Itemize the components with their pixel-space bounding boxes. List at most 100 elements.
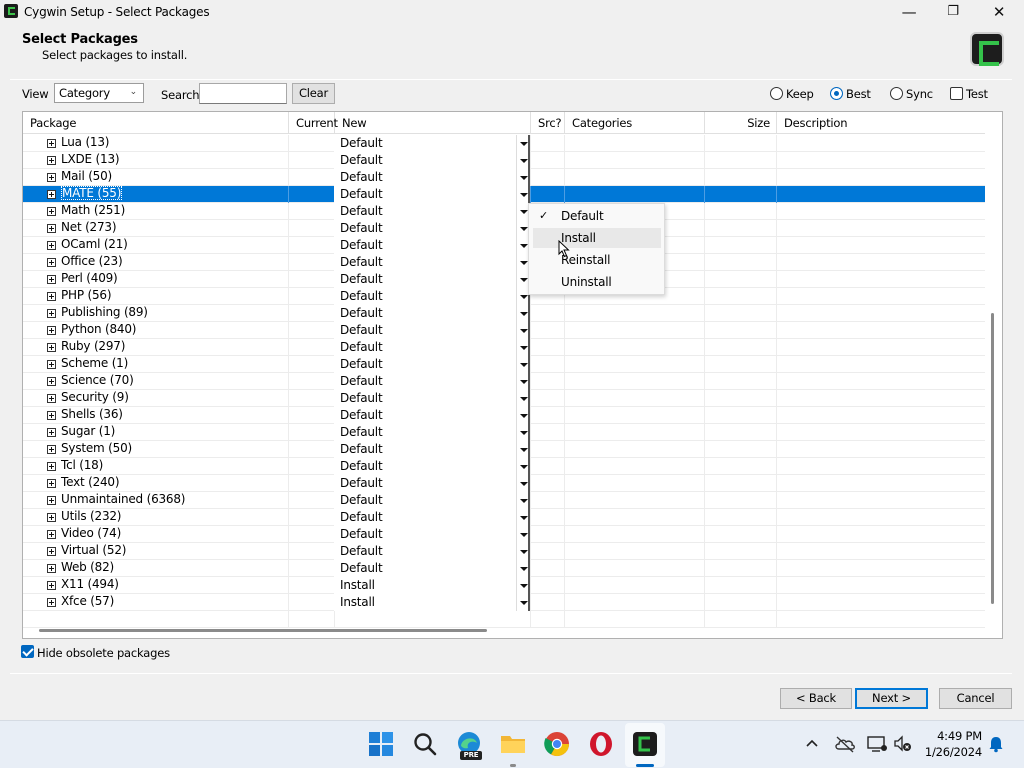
new-action-dropdown[interactable]: Default: [334, 135, 530, 152]
file-explorer-icon[interactable]: [500, 731, 526, 757]
chevron-up-icon[interactable]: [803, 735, 821, 753]
expand-plus-icon[interactable]: [47, 360, 56, 369]
table-row[interactable]: MATE (55) Default: [23, 186, 985, 203]
expand-plus-icon[interactable]: [47, 275, 56, 284]
table-row[interactable]: Python (840) Default: [23, 322, 985, 339]
expand-plus-icon[interactable]: [47, 530, 56, 539]
expand-plus-icon[interactable]: [47, 207, 56, 216]
expand-plus-icon[interactable]: [47, 139, 56, 148]
table-row[interactable]: Utils (232) Default: [23, 509, 985, 526]
new-action-dropdown[interactable]: Default: [334, 492, 530, 509]
back-button[interactable]: < Back: [780, 688, 852, 709]
expand-plus-icon[interactable]: [47, 581, 56, 590]
expand-plus-icon[interactable]: [47, 513, 56, 522]
expand-plus-icon[interactable]: [47, 479, 56, 488]
maximize-button[interactable]: ❐: [930, 0, 976, 24]
menu-item-default[interactable]: ✓ Default: [533, 206, 661, 226]
test-checkbox[interactable]: [950, 87, 963, 100]
table-row[interactable]: Math (251) Default: [23, 203, 985, 220]
column-header-current[interactable]: Current: [289, 112, 338, 134]
search-input[interactable]: [199, 83, 287, 104]
new-action-dropdown[interactable]: Default: [334, 169, 530, 186]
new-action-dropdown[interactable]: Default: [334, 322, 530, 339]
table-row[interactable]: OCaml (21) Default: [23, 237, 985, 254]
sync-radio[interactable]: [890, 87, 903, 100]
table-row[interactable]: Publishing (89) Default: [23, 305, 985, 322]
table-row[interactable]: Video (74) Default: [23, 526, 985, 543]
table-row[interactable]: Sugar (1) Default: [23, 424, 985, 441]
new-action-dropdown[interactable]: Default: [334, 424, 530, 441]
table-row[interactable]: Security (9) Default: [23, 390, 985, 407]
new-action-dropdown[interactable]: Default: [334, 407, 530, 424]
table-row[interactable]: Virtual (52) Default: [23, 543, 985, 560]
expand-plus-icon[interactable]: [47, 547, 56, 556]
new-action-dropdown[interactable]: Default: [334, 254, 530, 271]
expand-plus-icon[interactable]: [47, 241, 56, 250]
new-action-dropdown[interactable]: Default: [334, 526, 530, 543]
best-radio[interactable]: [830, 87, 843, 100]
table-row[interactable]: Ruby (297) Default: [23, 339, 985, 356]
column-header-new[interactable]: New: [335, 112, 531, 134]
new-action-dropdown[interactable]: Default: [334, 339, 530, 356]
table-row[interactable]: Shells (36) Default: [23, 407, 985, 424]
new-action-dropdown[interactable]: Default: [334, 288, 530, 305]
table-row[interactable]: Science (70) Default: [23, 373, 985, 390]
expand-plus-icon[interactable]: [47, 462, 56, 471]
expand-plus-icon[interactable]: [47, 445, 56, 454]
table-row[interactable]: PHP (56) Default: [23, 288, 985, 305]
new-action-dropdown[interactable]: Default: [334, 543, 530, 560]
expand-plus-icon[interactable]: [47, 496, 56, 505]
horizontal-scrollbar[interactable]: [39, 629, 487, 632]
table-row[interactable]: Lua (13) Default: [23, 135, 985, 152]
close-button[interactable]: ✕: [976, 0, 1022, 24]
package-grid[interactable]: Package Current New Src? Categories Size…: [22, 111, 1003, 639]
table-row[interactable]: LXDE (13) Default: [23, 152, 985, 169]
new-action-dropdown[interactable]: Default: [334, 458, 530, 475]
table-row[interactable]: Xfce (57) Install: [23, 594, 985, 611]
expand-plus-icon[interactable]: [47, 224, 56, 233]
new-action-dropdown[interactable]: Default: [334, 220, 530, 237]
expand-plus-icon[interactable]: [47, 564, 56, 573]
search-icon[interactable]: [412, 731, 438, 757]
expand-plus-icon[interactable]: [47, 326, 56, 335]
table-row[interactable]: Office (23) Default: [23, 254, 985, 271]
volume-muted-icon[interactable]: [892, 734, 914, 754]
expand-plus-icon[interactable]: [47, 394, 56, 403]
view-select[interactable]: Category ⌄: [54, 83, 144, 103]
new-action-dropdown[interactable]: Default: [334, 186, 530, 203]
new-action-dropdown[interactable]: Install: [334, 594, 530, 611]
new-action-dropdown[interactable]: Default: [334, 237, 530, 254]
new-action-dropdown[interactable]: Default: [334, 305, 530, 322]
new-action-dropdown[interactable]: Default: [334, 203, 530, 220]
expand-plus-icon[interactable]: [47, 598, 56, 607]
table-row[interactable]: Tcl (18) Default: [23, 458, 985, 475]
expand-plus-icon[interactable]: [47, 258, 56, 267]
table-row[interactable]: Unmaintained (6368) Default: [23, 492, 985, 509]
clock-date[interactable]: 1/26/2024: [916, 745, 982, 759]
expand-plus-icon[interactable]: [47, 156, 56, 165]
expand-plus-icon[interactable]: [47, 190, 56, 199]
column-header-size[interactable]: Size: [705, 112, 777, 134]
table-row[interactable]: Web (82) Default: [23, 560, 985, 577]
column-header-package[interactable]: Package: [23, 112, 289, 134]
network-icon[interactable]: [866, 734, 888, 754]
new-action-dropdown[interactable]: Default: [334, 509, 530, 526]
chrome-browser-icon[interactable]: [544, 731, 570, 757]
new-action-dropdown[interactable]: Default: [334, 560, 530, 577]
clear-button[interactable]: Clear: [292, 83, 335, 104]
keep-radio[interactable]: [770, 87, 783, 100]
expand-plus-icon[interactable]: [47, 173, 56, 182]
new-action-dropdown[interactable]: Default: [334, 390, 530, 407]
table-row[interactable]: System (50) Default: [23, 441, 985, 458]
next-button[interactable]: Next >: [855, 688, 928, 709]
onedrive-cloud-icon[interactable]: [834, 734, 856, 754]
table-row[interactable]: Scheme (1) Default: [23, 356, 985, 373]
new-action-dropdown[interactable]: Install: [334, 577, 530, 594]
new-action-dropdown[interactable]: Default: [334, 373, 530, 390]
new-action-dropdown[interactable]: Default: [334, 271, 530, 288]
table-row[interactable]: Perl (409) Default: [23, 271, 985, 288]
opera-browser-icon[interactable]: [588, 731, 614, 757]
minimize-button[interactable]: —: [886, 0, 932, 24]
table-row[interactable]: X11 (494) Install: [23, 577, 985, 594]
expand-plus-icon[interactable]: [47, 411, 56, 420]
